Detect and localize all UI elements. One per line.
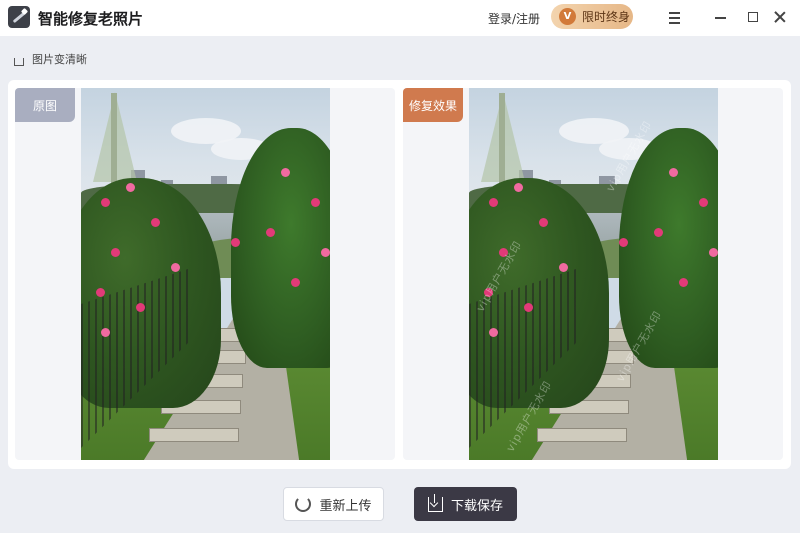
app-title: 智能修复老照片 xyxy=(38,10,144,28)
home-icon[interactable] xyxy=(12,52,26,66)
original-photo xyxy=(81,88,330,460)
app-logo-icon xyxy=(8,6,30,28)
comparison-panel: 原图 vip用户无水印 vip用户无水印 vip用户无水印 vip用户无水印 修… xyxy=(8,80,791,469)
original-tag: 原图 xyxy=(15,88,75,122)
maximize-icon[interactable] xyxy=(743,7,763,27)
reupload-label: 重新上传 xyxy=(319,498,372,514)
download-icon xyxy=(427,493,443,512)
vip-icon: V xyxy=(559,8,576,25)
vip-button-label: 限时终身 xyxy=(582,10,631,24)
original-image-card: 原图 xyxy=(15,88,395,460)
restored-tag: 修复效果 xyxy=(403,88,463,122)
breadcrumb: 图片变清晰 xyxy=(12,51,87,67)
reupload-icon xyxy=(295,496,312,512)
breadcrumb-label[interactable]: 图片变清晰 xyxy=(32,51,87,67)
login-register-link[interactable]: 登录/注册 xyxy=(488,10,540,27)
menu-icon[interactable] xyxy=(665,7,685,27)
close-icon[interactable] xyxy=(770,7,790,27)
restored-image-card: vip用户无水印 vip用户无水印 vip用户无水印 vip用户无水印 修复效果 xyxy=(403,88,783,460)
minimize-icon[interactable] xyxy=(711,7,731,27)
title-bar: 智能修复老照片 登录/注册 V 限时终身 xyxy=(0,0,800,36)
download-save-button[interactable]: 下载保存 xyxy=(414,487,517,521)
restored-photo: vip用户无水印 vip用户无水印 vip用户无水印 vip用户无水印 xyxy=(469,88,718,460)
reupload-button[interactable]: 重新上传 xyxy=(283,487,384,521)
vip-upgrade-button[interactable]: V 限时终身 xyxy=(551,4,633,29)
download-label: 下载保存 xyxy=(450,498,503,514)
